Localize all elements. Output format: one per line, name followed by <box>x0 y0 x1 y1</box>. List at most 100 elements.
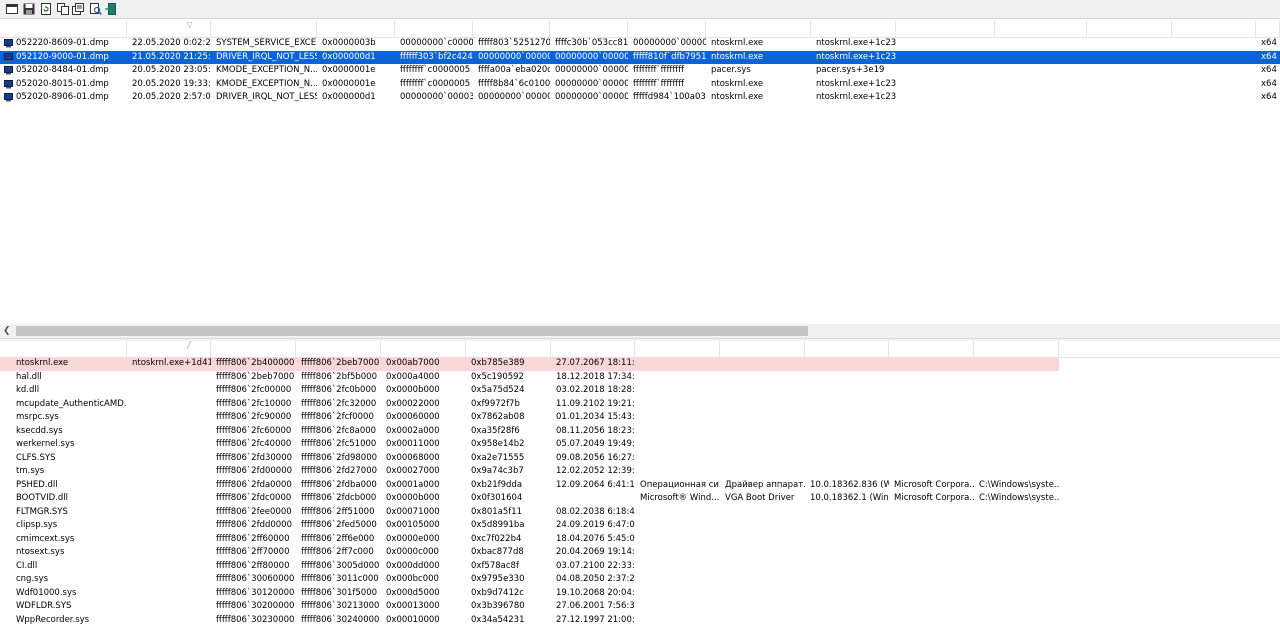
column-header-bug-check-string[interactable] <box>211 21 317 37</box>
crash-dump-row[interactable]: 052220-8609-01.dmp 22.05.2020 0:02:26 SYST… <box>0 37 1280 51</box>
cell-filename: clipsp.sys <box>16 520 58 530</box>
floppy-icon[interactable] <box>23 3 35 15</box>
driver-list[interactable]: ╱ ntoskrnl.exe ntoskrnl.exe+1d41... fffff8… <box>0 341 1280 628</box>
properties-icon[interactable] <box>72 3 84 15</box>
column-header-crash-time[interactable] <box>127 21 211 37</box>
column-header-time-string[interactable] <box>551 341 635 357</box>
column-header-full-path[interactable] <box>974 341 1059 357</box>
cell-product-name <box>635 425 720 439</box>
cell-to-address: fffff806`2fed5000 <box>301 520 377 530</box>
column-header-company[interactable] <box>889 341 974 357</box>
column-header-parameter-4[interactable] <box>628 21 706 37</box>
cell-time-stamp: 0xf578ac8f <box>471 560 519 571</box>
cell-address-in-st <box>127 519 211 533</box>
driver-row[interactable]: Wdf01000.sys fffff806`30120000 fffff806`30… <box>0 587 1280 601</box>
driver-row[interactable]: cng.sys fffff806`30060000 fffff806`3011c00… <box>0 573 1280 587</box>
driver-row[interactable]: ntoskrnl.exe ntoskrnl.exe+1d41... fffff806… <box>0 357 1059 371</box>
cell-file-description <box>720 411 805 425</box>
crash-dump-list-header: ▽ <box>0 21 1280 38</box>
cell-from-address: fffff806`2beb7000 <box>216 371 295 382</box>
column-header-parameter-2[interactable] <box>473 21 550 37</box>
cell-caused-by-address: ntoskrnl.exe+1c2390 <box>816 51 896 62</box>
driver-row[interactable]: WDFLDR.SYS fffff806`30200000 fffff806`3021… <box>0 600 1280 614</box>
column-header-file-version[interactable] <box>805 341 889 357</box>
column-header-from-address[interactable] <box>211 341 296 357</box>
scrollbar-thumb[interactable] <box>16 326 808 336</box>
column-header-file-version[interactable] <box>1172 21 1256 37</box>
crash-dump-row[interactable]: 052120-9000-01.dmp 21.05.2020 21:25:06 DRI… <box>0 50 1280 65</box>
column-header-product-name[interactable] <box>995 21 1087 37</box>
column-header-size[interactable] <box>381 341 466 357</box>
driver-row[interactable]: kd.dll fffff806`2fc00000 fffff806`2fc0b000… <box>0 384 1280 398</box>
column-header-bug-check-code[interactable] <box>317 21 395 37</box>
cell-time-string: 05.07.2049 19:49:54 <box>556 439 635 449</box>
column-header-proce[interactable] <box>1256 21 1280 37</box>
cell-from-address: fffff806`30200000 <box>216 601 295 611</box>
driver-row[interactable]: hal.dll fffff806`2beb7000 fffff806`2bf5b00… <box>0 371 1280 385</box>
cell-address-in-st <box>127 533 211 547</box>
cell-bug-check-string: DRIVER_IRQL_NOT_LESS... <box>216 92 317 102</box>
driver-row[interactable]: WppRecorder.sys fffff806`30230000 fffff806… <box>0 614 1280 628</box>
window-icon[interactable] <box>6 3 18 15</box>
driver-row[interactable]: werkernel.sys fffff806`2fc40000 fffff806`2… <box>0 438 1280 452</box>
driver-row[interactable]: tm.sys fffff806`2fd00000 fffff806`2fd27000… <box>0 465 1280 479</box>
cell-time-string: 08.02.2038 6:18:41 <box>556 506 635 517</box>
column-header-caused-by-address[interactable] <box>811 21 896 37</box>
column-header-dump-file[interactable] <box>0 21 127 37</box>
driver-row[interactable]: ntosext.sys fffff806`2ff70000 fffff806`2ff… <box>0 546 1280 560</box>
scroll-left-icon[interactable]: ❮ <box>3 324 11 338</box>
cell-address-in-st <box>127 600 211 614</box>
exit-icon[interactable] <box>104 3 116 15</box>
column-header-product-name[interactable] <box>635 341 720 357</box>
cell-product-name <box>635 384 720 398</box>
driver-row[interactable]: mcupdate_AuthenticAMD.dll fffff806`2fc100… <box>0 398 1280 412</box>
driver-row[interactable]: CLFS.SYS fffff806`2fd30000 fffff806`2fd980… <box>0 452 1280 466</box>
copy-icon[interactable] <box>57 3 69 15</box>
crash-dump-row[interactable]: 052020-8484-01.dmp 20.05.2020 23:05:48 KMO… <box>0 64 1280 78</box>
column-header-time-stamp[interactable] <box>466 341 551 357</box>
cell-address-in-st <box>127 614 211 628</box>
driver-row[interactable]: clipsp.sys fffff806`2fdd0000 fffff806`2fed… <box>0 519 1280 533</box>
cell-full-path: C:\Windows\syste... <box>979 479 1059 490</box>
cell-from-address: fffff806`2fd30000 <box>216 452 293 463</box>
cell-file-description <box>720 398 805 412</box>
cell-file-version <box>1172 64 1256 78</box>
cell-file-description <box>896 78 995 92</box>
column-header-parameter-3[interactable] <box>550 21 628 37</box>
driver-row[interactable]: BOOTVID.dll fffff806`2fdc0000 fffff806`2fd… <box>0 492 1280 506</box>
column-header-company[interactable] <box>1087 21 1172 37</box>
driver-row[interactable]: msrpc.sys fffff806`2fc90000 fffff806`2fcf0… <box>0 411 1280 425</box>
cell-to-address: fffff806`30240000 <box>301 614 380 625</box>
cell-company <box>1087 64 1172 78</box>
cell-full-path <box>974 533 1059 547</box>
column-header-to-address[interactable] <box>296 341 381 357</box>
cell-product-name <box>995 51 1087 65</box>
crash-dump-row[interactable]: 052020-8015-01.dmp 20.05.2020 19:33:39 KMO… <box>0 78 1280 92</box>
cell-parameter-2: fffff803`52512702 <box>478 38 550 48</box>
driver-row[interactable]: ksecdd.sys fffff806`2fc60000 fffff806`2fc8… <box>0 425 1280 439</box>
driver-row[interactable]: PSHED.dll fffff806`2fda0000 fffff806`2fdba… <box>0 479 1280 493</box>
driver-row[interactable]: CI.dll fffff806`2ff80000 fffff806`3005d000… <box>0 560 1280 574</box>
cell-time-string: 24.09.2019 6:47:06 <box>556 520 635 530</box>
column-header-caused-by-driver[interactable] <box>706 21 811 37</box>
driver-row[interactable]: cmimcext.sys fffff806`2ff60000 fffff806`2f… <box>0 533 1280 547</box>
find-icon[interactable] <box>90 3 102 15</box>
cell-full-path <box>974 371 1059 385</box>
refresh-icon[interactable] <box>40 3 52 15</box>
column-header-filename[interactable] <box>0 341 127 357</box>
column-header-address-in-st[interactable] <box>127 341 211 357</box>
cell-file-description <box>720 587 805 601</box>
cell-from-address: fffff806`2ff80000 <box>216 560 290 571</box>
column-header-parameter-1[interactable] <box>395 21 473 37</box>
cell-to-address: fffff806`2fd98000 <box>301 452 378 463</box>
cell-size: 0x0000b000 <box>386 493 440 503</box>
column-header-file-description[interactable] <box>720 341 805 357</box>
crash-dump-list[interactable]: ▽ 052220-8609-01.dmp 22.05.2020 0:02:26 SY… <box>0 21 1280 324</box>
column-header-file-description[interactable] <box>896 21 995 37</box>
crash-dump-row[interactable]: 052020-8906-01.dmp 20.05.2020 2:57:05 DRIV… <box>0 91 1280 105</box>
cell-product-name <box>635 438 720 452</box>
cell-company <box>889 411 974 425</box>
driver-row[interactable]: FLTMGR.SYS fffff806`2fee0000 fffff806`2ff5… <box>0 506 1280 520</box>
horizontal-scrollbar[interactable]: ❮ <box>0 324 1280 338</box>
cell-size: 0x00010000 <box>386 614 440 625</box>
